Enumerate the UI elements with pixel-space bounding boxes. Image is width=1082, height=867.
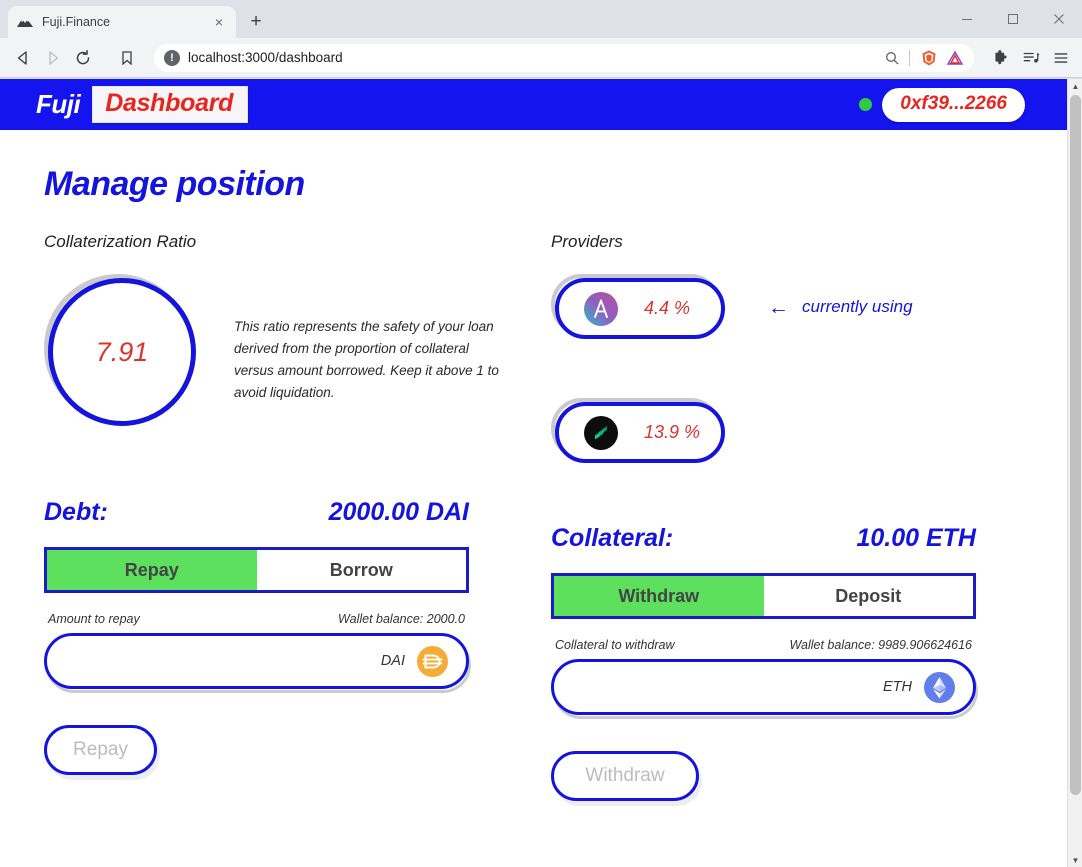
ratio-gauge-circle: 7.91 bbox=[48, 278, 196, 426]
debt-mode-toggle: Repay Borrow bbox=[44, 547, 469, 593]
provider-compound[interactable]: 13.9 % bbox=[555, 402, 725, 463]
window-controls bbox=[944, 0, 1082, 38]
debt-input-label: Amount to repay bbox=[48, 612, 140, 626]
scrollbar-thumb[interactable] bbox=[1070, 95, 1081, 795]
browser-titlebar: Fuji.Finance × + bbox=[0, 0, 1082, 38]
forward-icon[interactable] bbox=[38, 43, 68, 73]
url-text: localhost:3000/dashboard bbox=[188, 50, 343, 65]
new-tab-button[interactable]: + bbox=[242, 8, 270, 36]
close-icon[interactable]: × bbox=[210, 13, 228, 31]
collateral-wallet-balance: Wallet balance: 9989.906624616 bbox=[789, 638, 972, 652]
tab-repay[interactable]: Repay bbox=[47, 550, 257, 590]
mountain-favicon bbox=[16, 13, 34, 31]
arrow-left-icon: ← bbox=[768, 295, 789, 319]
tab-deposit[interactable]: Deposit bbox=[764, 576, 974, 616]
reload-icon[interactable] bbox=[68, 43, 98, 73]
menu-hamburger-icon[interactable] bbox=[1048, 45, 1074, 71]
columns: Collaterization Ratio 7.91 This ratio re… bbox=[0, 232, 1067, 809]
main-content: Manage position Collaterization Ratio 7.… bbox=[0, 165, 1067, 809]
ratio-value: 7.91 bbox=[95, 336, 149, 367]
page-scrollbar[interactable]: ▲ ▼ bbox=[1067, 79, 1082, 867]
minimize-icon[interactable] bbox=[944, 0, 990, 38]
extensions-puzzle-icon[interactable] bbox=[988, 45, 1014, 71]
provider-aave[interactable]: 4.4 % bbox=[555, 278, 725, 339]
collateral-input-pill[interactable]: ETH bbox=[551, 659, 976, 715]
maximize-icon[interactable] bbox=[990, 0, 1036, 38]
close-window-icon[interactable] bbox=[1036, 0, 1082, 38]
page-title: Manage position bbox=[44, 165, 305, 203]
search-icon[interactable] bbox=[881, 50, 903, 66]
compound-logo-icon bbox=[584, 415, 618, 450]
tab-withdraw[interactable]: Withdraw bbox=[554, 576, 764, 616]
provider-compound-rate: 13.9 % bbox=[644, 422, 701, 442]
collateral-mode-toggle: Withdraw Deposit bbox=[551, 573, 976, 619]
ratio-gauge: 7.91 bbox=[44, 274, 196, 426]
address-bar[interactable]: ! localhost:3000/dashboard bbox=[154, 43, 974, 72]
brand-name: Fuji bbox=[36, 89, 81, 119]
collateralization-ratio-label: Collaterization Ratio bbox=[44, 232, 197, 251]
collateral-amount: 10.00 ETH bbox=[856, 524, 976, 552]
right-column: Providers 4.4 % ← currently using 13.9 %… bbox=[540, 232, 1040, 809]
browser-tab[interactable]: Fuji.Finance × bbox=[8, 6, 236, 38]
aave-logo-icon bbox=[584, 291, 618, 326]
collateral-token-symbol: ETH bbox=[883, 679, 912, 695]
page-viewport: Fuji Dashboard 0xf39...2266 Manage posit… bbox=[0, 79, 1067, 867]
wallet-status[interactable]: 0xf39...2266 bbox=[859, 87, 1025, 122]
repay-button-wrap: Repay bbox=[44, 725, 174, 783]
brand[interactable]: Fuji Dashboard bbox=[36, 86, 249, 123]
collateral-block: Collateral: 10.00 ETH Withdraw Deposit C… bbox=[551, 524, 1040, 809]
collateral-input-wrap: ETH bbox=[551, 659, 983, 721]
collateral-input-label: Collateral to withdraw bbox=[555, 638, 675, 652]
provider-compound-wrap: 13.9 % bbox=[551, 398, 726, 464]
browser-window: Fuji.Finance × + ! localhost:3000/dashbo… bbox=[0, 0, 1082, 867]
repay-amount-input[interactable] bbox=[67, 639, 357, 689]
brave-rewards-triangle-icon[interactable] bbox=[942, 45, 968, 71]
provider-aave-wrap: 4.4 % bbox=[551, 274, 726, 340]
debt-label: Debt: bbox=[44, 498, 108, 526]
dai-logo-icon bbox=[417, 645, 448, 677]
browser-tab-title: Fuji.Finance bbox=[42, 15, 111, 29]
debt-input-pill[interactable]: DAI bbox=[44, 633, 469, 689]
currently-using-note: ← currently using bbox=[768, 297, 913, 318]
browser-toolbar: ! localhost:3000/dashboard bbox=[0, 38, 1082, 78]
page-tag: Dashboard bbox=[92, 86, 249, 123]
collateral-label: Collateral: bbox=[551, 524, 674, 552]
site-info-icon[interactable]: ! bbox=[164, 49, 180, 66]
provider-row-aave: 4.4 % ← currently using bbox=[551, 274, 1040, 340]
ratio-description: This ratio represents the safety of your… bbox=[234, 319, 499, 400]
brave-lion-icon[interactable] bbox=[916, 45, 942, 71]
toolbar-right-icons bbox=[988, 45, 1074, 71]
debt-input-wrap: DAI bbox=[44, 633, 476, 695]
scroll-up-icon[interactable]: ▲ bbox=[1068, 79, 1082, 93]
scroll-down-icon[interactable]: ▼ bbox=[1068, 853, 1082, 867]
debt-heading-row: Debt: 2000.00 DAI bbox=[44, 498, 469, 527]
bookmark-icon[interactable] bbox=[112, 43, 142, 73]
collateralization-ratio-row: 7.91 This ratio represents the safety of… bbox=[44, 274, 540, 426]
provider-aave-rate: 4.4 % bbox=[644, 298, 691, 318]
collateral-heading-row: Collateral: 10.00 ETH bbox=[551, 524, 976, 553]
withdraw-button[interactable]: Withdraw bbox=[551, 751, 699, 801]
divider bbox=[909, 49, 910, 66]
wallet-address[interactable]: 0xf39...2266 bbox=[882, 87, 1025, 122]
repay-button[interactable]: Repay bbox=[44, 725, 157, 775]
debt-block: Debt: 2000.00 DAI Repay Borrow Amount to… bbox=[44, 498, 540, 783]
debt-wallet-balance: Wallet balance: 2000.0 bbox=[338, 612, 465, 626]
tab-borrow[interactable]: Borrow bbox=[257, 550, 467, 590]
debt-amount: 2000.00 DAI bbox=[328, 498, 469, 526]
playlist-icon[interactable] bbox=[1018, 45, 1044, 71]
withdraw-button-wrap: Withdraw bbox=[551, 751, 711, 809]
debt-field-labels: Amount to repay Wallet balance: 2000.0 bbox=[44, 612, 469, 626]
providers-label: Providers bbox=[551, 232, 623, 251]
app-header: Fuji Dashboard 0xf39...2266 bbox=[0, 79, 1067, 130]
provider-row-compound: 13.9 % bbox=[551, 398, 1040, 464]
eth-logo-icon bbox=[924, 671, 955, 703]
back-icon[interactable] bbox=[8, 43, 38, 73]
withdraw-amount-input[interactable] bbox=[574, 665, 864, 715]
collateral-field-labels: Collateral to withdraw Wallet balance: 9… bbox=[551, 638, 976, 652]
left-column: Collaterization Ratio 7.91 This ratio re… bbox=[0, 232, 540, 809]
currently-using-label: currently using bbox=[802, 297, 913, 316]
debt-token-symbol: DAI bbox=[380, 653, 405, 669]
connection-status-dot bbox=[859, 98, 873, 111]
